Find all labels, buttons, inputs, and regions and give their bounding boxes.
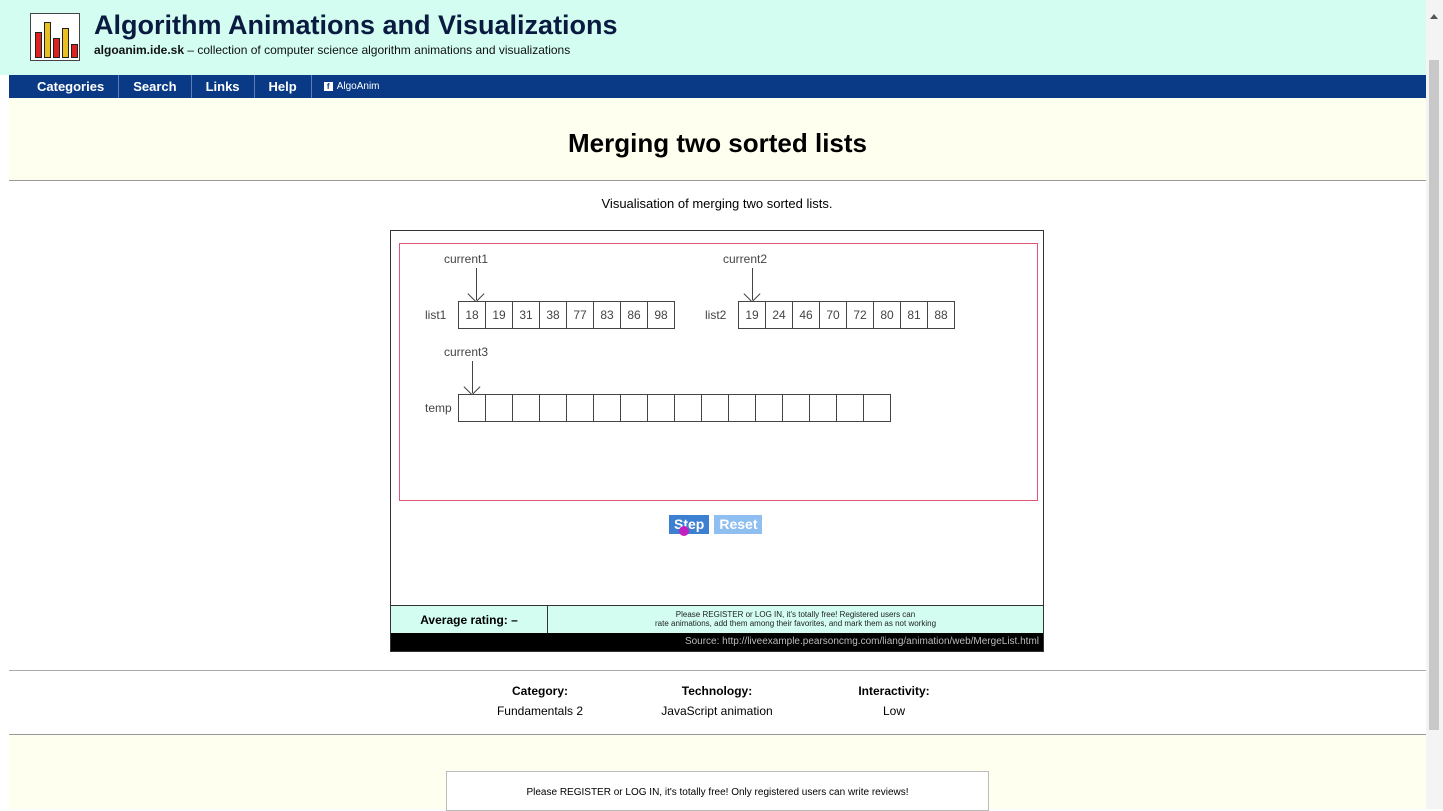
- page-description: Visualisation of merging two sorted list…: [601, 196, 833, 211]
- temp-cell: [620, 394, 648, 422]
- site-subtitle: algoanim.ide.sk – collection of computer…: [94, 43, 570, 57]
- temp-cell: [863, 394, 891, 422]
- list2-cell: 70: [819, 301, 847, 329]
- logo-bar: [35, 32, 42, 58]
- average-rating: Average rating: –: [391, 606, 548, 633]
- nav-links[interactable]: Links: [190, 75, 254, 98]
- list1-cell: 77: [566, 301, 594, 329]
- animation-canvas: current1 current2 list1 18 19 31 38 77 83 86 98…: [399, 243, 1038, 501]
- list2-label: list2: [705, 308, 727, 322]
- facebook-icon: f: [323, 82, 333, 91]
- logo-bar: [53, 38, 60, 58]
- site-title[interactable]: Algorithm Animations and Visualizations: [94, 10, 618, 41]
- current2-label: current2: [723, 252, 768, 266]
- animation-frame: current1 current2 list1 18 19 31 38 77 83 86 98…: [390, 230, 1044, 652]
- rating-notice-line1: Please REGISTER or LOG IN, it's totally …: [675, 610, 916, 619]
- category-heading: Category:: [511, 684, 568, 698]
- temp-cell: [458, 394, 486, 422]
- list1-row: 18 19 31 38 77 83 86 98: [458, 301, 675, 329]
- list1-cell: 18: [458, 301, 486, 329]
- vertical-scrollbar[interactable]: [1426, 0, 1443, 809]
- list1-cell: 31: [512, 301, 540, 329]
- temp-cell: [782, 394, 810, 422]
- reset-button[interactable]: Reset: [714, 515, 763, 534]
- site-header: Algorithm Animations and Visualizations …: [0, 0, 1426, 75]
- interactivity-heading: Interactivity:: [858, 684, 930, 698]
- current2-arrowhead: [743, 285, 761, 303]
- nav-search[interactable]: Search: [118, 75, 190, 98]
- scroll-up-arrow-icon[interactable]: [1430, 14, 1438, 19]
- category-value[interactable]: Fundamentals 2: [450, 704, 630, 718]
- list1-cell: 83: [593, 301, 621, 329]
- list2-cell: 80: [873, 301, 901, 329]
- current3-arrowhead: [463, 378, 481, 396]
- nav-help[interactable]: Help: [253, 75, 311, 98]
- temp-cell: [512, 394, 540, 422]
- logo-bar: [62, 28, 69, 58]
- logo-bar: [44, 22, 51, 58]
- list1-cell: 98: [647, 301, 675, 329]
- current1-label: current1: [444, 252, 489, 266]
- source-link[interactable]: Source: http://liveexample.pearsoncmg.co…: [391, 633, 1043, 651]
- facebook-label: AlgoAnim: [336, 81, 380, 92]
- list1-cell: 38: [539, 301, 567, 329]
- temp-cell: [755, 394, 783, 422]
- page-title: Merging two sorted lists: [567, 128, 868, 158]
- temp-cell: [647, 394, 675, 422]
- info-interactivity: Interactivity: Low: [804, 684, 984, 718]
- temp-cell: [728, 394, 756, 422]
- logo-bar: [71, 44, 78, 58]
- main-nav: Categories Search Links Help f AlgoAnim: [9, 75, 1426, 98]
- temp-cell: [485, 394, 513, 422]
- technology-heading: Technology:: [681, 684, 753, 698]
- temp-cell: [539, 394, 567, 422]
- rating-notice-line2: rate animations, add them among their fa…: [654, 619, 937, 628]
- list2-cell: 24: [765, 301, 793, 329]
- list2-cell: 19: [738, 301, 766, 329]
- temp-label: temp: [425, 401, 452, 415]
- rating-notice: Please REGISTER or LOG IN, it's totally …: [548, 606, 1043, 633]
- temp-cell: [674, 394, 702, 422]
- info-category: Category: Fundamentals 2: [450, 684, 630, 718]
- site-tagline: – collection of computer science algorit…: [184, 43, 571, 57]
- site-domain[interactable]: algoanim.ide.sk: [94, 43, 184, 57]
- nav-categories[interactable]: Categories: [9, 75, 118, 98]
- temp-cell: [566, 394, 594, 422]
- scrollbar-thumb[interactable]: [1429, 60, 1439, 730]
- mouse-cursor-indicator: [679, 526, 689, 536]
- technology-value[interactable]: JavaScript animation: [627, 704, 807, 718]
- title-band: Merging two sorted lists: [9, 98, 1426, 181]
- step-button[interactable]: Step: [669, 515, 710, 534]
- rating-bar: Average rating: – Please REGISTER or LOG…: [391, 605, 1043, 633]
- list1-cell: 86: [620, 301, 648, 329]
- list2-cell: 88: [927, 301, 955, 329]
- list2-cell: 46: [792, 301, 820, 329]
- temp-cell: [701, 394, 729, 422]
- divider: [9, 670, 1426, 671]
- list2-cell: 81: [900, 301, 928, 329]
- list2-row: 19 24 46 70 72 80 81 88: [738, 301, 955, 329]
- info-technology: Technology: JavaScript animation: [627, 684, 807, 718]
- list1-label: list1: [425, 308, 447, 322]
- site-logo[interactable]: [30, 13, 80, 61]
- temp-cell: [836, 394, 864, 422]
- temp-cell: [593, 394, 621, 422]
- reviews-notice: Please REGISTER or LOG IN, it's totally …: [446, 771, 989, 811]
- temp-row: [458, 394, 891, 422]
- list2-cell: 72: [846, 301, 874, 329]
- list1-cell: 19: [485, 301, 513, 329]
- nav-facebook-link[interactable]: f AlgoAnim: [310, 75, 392, 98]
- interactivity-value: Low: [882, 704, 905, 718]
- temp-cell: [809, 394, 837, 422]
- current1-arrowhead: [467, 285, 485, 303]
- current3-label: current3: [444, 345, 489, 359]
